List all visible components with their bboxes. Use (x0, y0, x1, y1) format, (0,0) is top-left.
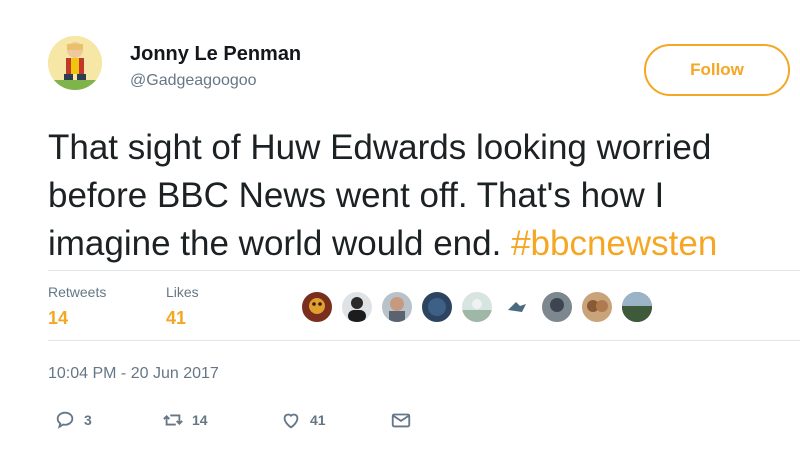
liker-avatar[interactable] (540, 290, 574, 324)
tweet-line: before BBC News went off. That's how I (48, 176, 665, 215)
tweet-line: imagine the world would end. #bbcnewsten (48, 220, 800, 268)
liker-avatar[interactable] (460, 290, 494, 324)
author-avatar[interactable] (48, 36, 102, 90)
author-handle[interactable]: @Gadgeagoogoo (130, 72, 301, 90)
liker-avatar[interactable] (380, 290, 414, 324)
liker-avatar[interactable] (420, 290, 454, 324)
retweets-stat[interactable]: Retweets 14 (48, 284, 106, 329)
hashtag-link[interactable]: #bbcnewsten (511, 224, 717, 263)
liker-avatar[interactable] (500, 290, 534, 324)
retweet-action[interactable]: 14 (162, 408, 208, 432)
liker-avatar[interactable] (340, 290, 374, 324)
divider (48, 270, 800, 271)
retweet-icon (163, 414, 183, 426)
likes-stat[interactable]: Likes 41 (166, 284, 199, 329)
reply-action[interactable]: 3 (54, 408, 92, 432)
author-name[interactable]: Jonny Le Penman (130, 42, 301, 66)
retweet-count: 14 (192, 412, 208, 428)
author-info: Jonny Le Penman @Gadgeagoogoo (130, 42, 301, 90)
like-count: 41 (310, 412, 326, 428)
tweet-line: That sight of Huw Edwards looking worrie… (48, 128, 712, 167)
retweets-label: Retweets (48, 284, 107, 300)
retweets-value: 14 (48, 308, 69, 328)
direct-message-action[interactable] (390, 408, 412, 432)
liker-avatar[interactable] (620, 290, 654, 324)
follow-button[interactable]: Follow (644, 44, 790, 96)
tweet-line-text: imagine the world would end. (48, 224, 512, 263)
likes-value: 41 (166, 308, 187, 328)
tweet-timestamp[interactable]: 10:04 PM - 20 Jun 2017 (48, 365, 219, 383)
like-action[interactable]: 41 (280, 408, 326, 432)
reply-count: 3 (84, 412, 92, 428)
tweet-text: That sight of Huw Edwards looking worrie… (48, 124, 800, 268)
liker-avatar[interactable] (580, 290, 614, 324)
reply-icon (56, 411, 74, 429)
likes-label: Likes (166, 284, 199, 300)
divider (48, 340, 800, 341)
envelope-icon (391, 413, 411, 428)
heart-icon (283, 413, 299, 429)
liker-avatar[interactable] (300, 290, 334, 324)
